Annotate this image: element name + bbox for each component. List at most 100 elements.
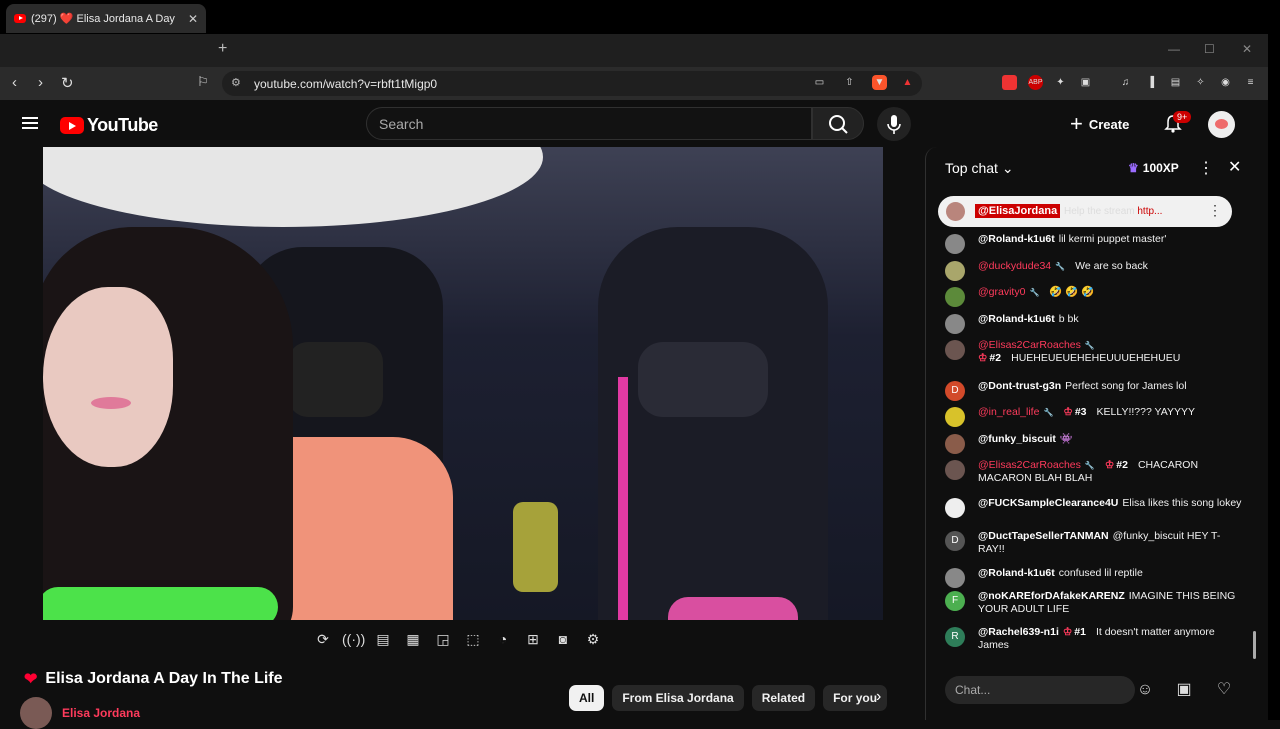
chat-avatar[interactable]	[945, 314, 965, 334]
chat-username[interactable]: @in_real_life	[978, 406, 1039, 418]
browser-tab[interactable]: (297) ❤️ Elisa Jordana A Day ✕	[6, 4, 206, 33]
chat-message[interactable]: @in_real_life 🔧 #3 KELLY!!??? YAYYYY	[945, 406, 1245, 427]
chat-avatar[interactable]	[945, 498, 965, 518]
ai-icon[interactable]: ✧	[1193, 75, 1208, 90]
chat-avatar[interactable]	[945, 340, 965, 360]
chat-message[interactable]: @Roland-k1u6t confused lil reptile	[945, 567, 1245, 588]
chat-message[interactable]: @Elisas2CarRoaches🔧#2CHACARON MACARON BL…	[945, 459, 1245, 485]
minimize-icon[interactable]: —	[1168, 42, 1180, 56]
chat-message[interactable]: @Roland-k1u6t b bk	[945, 313, 1245, 334]
chat-username[interactable]: @noKAREforDAfakeKARENZ	[978, 590, 1125, 602]
xp-badge[interactable]: ♛ 100XP	[1128, 161, 1179, 175]
chat-avatar[interactable]	[945, 460, 965, 480]
new-tab-button[interactable]: +	[218, 40, 227, 58]
tab-close-icon[interactable]: ✕	[188, 12, 198, 26]
search-input[interactable]: Search	[366, 107, 812, 140]
settings-gear-icon[interactable]: ⚙	[582, 628, 604, 650]
bookmark-icon[interactable]: ⚐	[197, 74, 209, 90]
chat-avatar[interactable]	[945, 568, 965, 588]
loop-icon[interactable]: ⟳	[312, 628, 334, 650]
reload-icon[interactable]: ↻	[61, 74, 74, 92]
heart-reaction-icon[interactable]: ♡	[1213, 679, 1235, 701]
pinned-message[interactable]: @ElisaJordana Help the stream http... ⋮	[938, 196, 1232, 227]
chat-username[interactable]: @Roland-k1u6t	[978, 313, 1055, 325]
player-icon[interactable]: ▤	[372, 628, 394, 650]
create-button[interactable]: + Create	[1070, 112, 1129, 136]
pinned-link[interactable]: http...	[1137, 206, 1162, 217]
sidebar-icon[interactable]: ▐	[1143, 75, 1158, 90]
rewards-icon[interactable]: ▲	[900, 75, 915, 90]
screenshot-icon[interactable]: ◙	[552, 628, 574, 650]
chat-avatar[interactable]: D	[945, 531, 965, 551]
crop-icon[interactable]: ⬚	[462, 628, 484, 650]
chat-username[interactable]: @Roland-k1u6t	[978, 233, 1055, 245]
film-icon[interactable]: ▦	[402, 628, 424, 650]
share-icon[interactable]: ⇧	[842, 75, 857, 90]
speed-icon[interactable]: ◔	[492, 628, 514, 650]
chat-avatar[interactable]: D	[945, 381, 965, 401]
chat-username[interactable]: @Elisas2CarRoaches	[978, 459, 1081, 471]
extension-icon[interactable]	[1002, 75, 1017, 90]
guide-menu-icon[interactable]	[22, 117, 38, 129]
maximize-icon[interactable]: ☐	[1204, 42, 1215, 56]
chat-message[interactable]: @Elisas2CarRoaches🔧 #2 HUEHEUEUEHEHEUUUEHE…	[945, 339, 1245, 365]
chat-username[interactable]: @Rachel639-n1i	[978, 626, 1059, 638]
chat-avatar[interactable]	[945, 234, 965, 254]
site-info-icon[interactable]: ⚙	[231, 76, 241, 89]
chat-message[interactable]: R@Rachel639-n1i#1It doesn't matter anymo…	[945, 626, 1245, 652]
chat-avatar[interactable]: R	[945, 627, 965, 647]
chat-username[interactable]: @Roland-k1u6t	[978, 567, 1055, 579]
chat-username[interactable]: @DuctTapeSellerTANMAN	[978, 530, 1109, 542]
puzzle-icon[interactable]: ✦	[1053, 75, 1068, 90]
brave-shield-icon[interactable]: ▼	[872, 75, 887, 90]
chat-avatar[interactable]	[945, 287, 965, 307]
chip-related[interactable]: Related	[751, 685, 816, 711]
chat-mode-dropdown[interactable]: Top chat ⌄	[945, 160, 1014, 177]
chat-more-icon[interactable]: ⋮	[1198, 158, 1214, 178]
chat-username[interactable]: @funky_biscuit	[978, 433, 1056, 445]
chat-avatar[interactable]	[945, 434, 965, 454]
chat-username[interactable]: @Dont-trust-g3n	[978, 380, 1061, 392]
chat-message[interactable]: F @noKAREforDAfakeKARENZ IMAGINE THIS BEIN…	[945, 590, 1245, 616]
chat-scrollbar[interactable]	[1253, 631, 1256, 659]
wallet2-icon[interactable]: ▤	[1168, 75, 1183, 90]
chat-message[interactable]: D @Dont-trust-g3n Perfect song for James l…	[945, 380, 1245, 401]
video-player[interactable]	[43, 147, 883, 620]
channel-name[interactable]: Elisa Jordana	[62, 706, 140, 720]
channel-avatar[interactable]	[20, 697, 52, 729]
chat-message[interactable]: @duckydude34 🔧 We are so back	[945, 260, 1245, 281]
emoji-icon[interactable]: ☺	[1134, 679, 1156, 701]
chat-message[interactable]: @FUCKSampleClearance4U Elisa likes this s…	[945, 497, 1245, 518]
chat-input[interactable]: Chat...	[945, 676, 1135, 704]
voice-search-button[interactable]	[877, 107, 911, 141]
super-chat-icon[interactable]: ▣	[1173, 679, 1195, 701]
chat-message[interactable]: @gravity0 🔧 🤣 🤣 🤣	[945, 286, 1245, 307]
chat-close-icon[interactable]: ✕	[1228, 157, 1241, 177]
chat-avatar[interactable]	[945, 407, 965, 427]
forward-icon[interactable]: ›	[38, 74, 43, 91]
youtube-logo[interactable]: YouTube	[60, 115, 158, 136]
pip-icon[interactable]: ◲	[432, 628, 454, 650]
back-icon[interactable]: ‹	[12, 74, 17, 91]
window-close-icon[interactable]: ✕	[1242, 42, 1252, 56]
chat-avatar[interactable]	[945, 261, 965, 281]
chat-message[interactable]: @Roland-k1u6t lil kermi puppet master'	[945, 233, 1245, 254]
chat-message[interactable]: @funky_biscuit 👾	[945, 433, 1245, 454]
chips-next-icon[interactable]: ›	[876, 688, 881, 706]
search-button[interactable]	[812, 107, 864, 140]
adblock-icon[interactable]: ABP	[1028, 75, 1043, 90]
add-icon[interactable]: ⊞	[522, 628, 544, 650]
account-avatar[interactable]	[1208, 111, 1235, 138]
chip-from-channel[interactable]: From Elisa Jordana	[612, 685, 744, 711]
music-icon[interactable]: ♫	[1118, 75, 1133, 90]
chat-username[interactable]: @duckydude34	[978, 260, 1051, 272]
chip-all[interactable]: All	[569, 685, 605, 711]
vpn-icon[interactable]: ◉	[1218, 75, 1233, 90]
wallet-icon[interactable]: ▣	[1078, 75, 1093, 90]
page-scrollbar[interactable]	[1268, 34, 1280, 720]
chat-avatar[interactable]: F	[945, 591, 965, 611]
chat-message[interactable]: D @DuctTapeSellerTANMAN @funky_biscuit HEY…	[945, 530, 1245, 556]
chat-username[interactable]: @Elisas2CarRoaches	[978, 339, 1081, 351]
menu-icon[interactable]: ≡	[1243, 75, 1258, 90]
chat-username[interactable]: @FUCKSampleClearance4U	[978, 497, 1118, 509]
